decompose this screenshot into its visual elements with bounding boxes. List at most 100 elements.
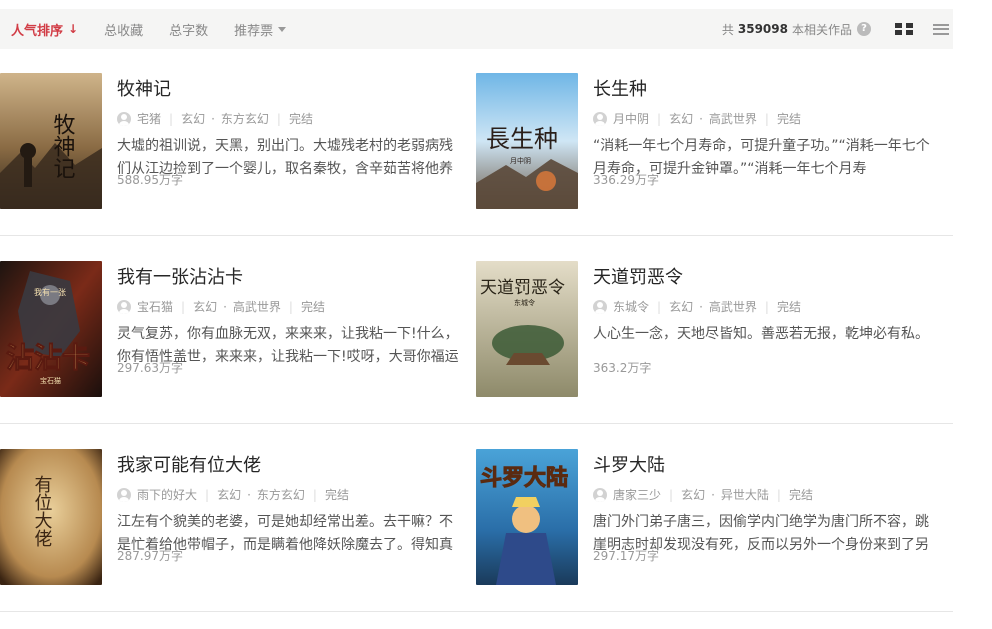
meta-separator: | [657,299,662,314]
book-info: 我家可能有位大佬 雨下的好大 | 玄幻 · 东方玄幻 | 完结 江左有个貌美的老… [117,454,467,557]
book-card: 我有一张 沾沾卡 宝石猫 我有一张沾沾卡 宝石猫 | 玄幻 · 高武世界 | 完… [0,237,470,424]
cover-title-text: 有位大佬 [32,475,53,547]
meta-separator: | [764,299,769,314]
category-link[interactable]: 玄幻 [669,110,693,127]
sort-tab-popularity[interactable]: 人气排序 ↓ [11,20,78,39]
cover-title-text: 天道罚恶令 [480,278,565,298]
avatar-icon [593,487,607,502]
category-link[interactable]: 玄幻 [681,486,705,503]
meta-dot: · [699,299,703,314]
subcategory-link[interactable]: 东方玄幻 [221,110,269,127]
book-meta: 东城令 | 玄幻 · 高武世界 | 完结 [593,298,943,315]
author-link[interactable]: 雨下的好大 [137,486,197,503]
cover-title-text: 牧神记 [50,113,76,179]
author-link[interactable]: 东城令 [613,298,649,315]
subcategory-link[interactable]: 异世大陆 [721,486,769,503]
word-count: 287.97万字 [117,549,183,563]
help-icon[interactable]: ? [857,22,871,36]
caret-down-icon [278,26,287,32]
author-link[interactable]: 月中阴 [613,110,649,127]
meta-separator: | [169,111,174,126]
meta-dot: · [211,111,215,126]
book-status: 完结 [324,488,349,502]
result-count: 359098 [737,22,788,36]
book-meta: 雨下的好大 | 玄幻 · 东方玄幻 | 完结 [117,486,467,503]
cover-author-text: 月中阴 [510,156,531,165]
book-status: 完结 [288,112,313,126]
sort-tab-label: 人气排序 [11,23,64,39]
book-title[interactable]: 我家可能有位大佬 [117,454,467,478]
avatar-icon [117,111,131,126]
cover-title-text: 斗罗大陆 [480,465,568,491]
cover-image: 有位大佬 [0,449,102,585]
meta-separator: | [776,487,781,502]
book-title[interactable]: 斗罗大陆 [593,454,943,478]
meta-dot: · [699,111,703,126]
author-link[interactable]: 唐家三少 [613,486,661,503]
result-summary: 共 359098 本相关作品 ? [722,21,953,38]
subcategory-link[interactable]: 东方玄幻 [257,486,305,503]
category-link[interactable]: 玄幻 [193,298,217,315]
book-info: 天道罚恶令 东城令 | 玄幻 · 高武世界 | 完结 人心生一念，天地尽皆知。善… [593,266,943,369]
book-cover[interactable]: 長生种 月中阴 [476,73,578,209]
word-count: 297.63万字 [117,361,183,375]
book-meta: 月中阴 | 玄幻 · 高武世界 | 完结 [593,110,943,127]
book-cover[interactable]: 有位大佬 [0,449,102,585]
arrow-down-icon: ↓ [68,22,79,36]
book-title[interactable]: 牧神记 [117,78,467,102]
avatar-icon [593,299,607,314]
subcategory-link[interactable]: 高武世界 [709,110,757,127]
sort-tab-collections[interactable]: 总收藏 [104,20,143,39]
cover-image: 天道罚恶令 东城令 [476,261,578,397]
book-info: 牧神记 宅猪 | 玄幻 · 东方玄幻 | 完结 大墟的祖训说，天黑，别出门。大墟… [117,78,467,181]
meta-separator: | [669,487,674,502]
author-link[interactable]: 宝石猫 [137,298,173,315]
sort-tab-label: 推荐票 [234,23,274,39]
meta-dot: · [247,487,251,502]
cover-image: 牧神记 [0,73,102,209]
category-link[interactable]: 玄幻 [669,298,693,315]
category-link[interactable]: 玄幻 [181,110,205,127]
book-cover[interactable]: 斗罗大陆 [476,449,578,585]
meta-dot: · [223,299,227,314]
book-cover[interactable]: 我有一张 沾沾卡 宝石猫 [0,261,102,397]
book-status: 完结 [776,112,801,126]
book-card: 斗罗大陆 斗罗大陆 唐家三少 | 玄幻 · 异世大陆 | 完结 唐门外门弟子唐三… [476,425,946,612]
book-title[interactable]: 长生种 [593,78,943,102]
avatar-icon [593,111,607,126]
book-card: 天道罚恶令 东城令 天道罚恶令 东城令 | 玄幻 · 高武世界 | 完结 人心生… [476,237,946,424]
meta-separator: | [288,299,293,314]
category-link[interactable]: 玄幻 [217,486,241,503]
sort-tab-recommend[interactable]: 推荐票 [234,20,287,39]
meta-separator: | [276,111,281,126]
author-link[interactable]: 宅猪 [137,110,161,127]
result-prefix: 共 [721,22,734,37]
meta-dot: · [711,487,715,502]
word-count: 363.2万字 [593,361,652,375]
book-card: 有位大佬 我家可能有位大佬 雨下的好大 | 玄幻 · 东方玄幻 | 完结 江左有… [0,425,470,612]
word-count: 588.95万字 [117,173,183,187]
book-cover[interactable]: 牧神记 [0,73,102,209]
subcategory-link[interactable]: 高武世界 [233,298,281,315]
book-status: 完结 [788,488,813,502]
book-title[interactable]: 我有一张沾沾卡 [117,266,467,290]
sort-tab-word-count[interactable]: 总字数 [169,20,208,39]
avatar-icon [117,487,131,502]
book-meta: 宅猪 | 玄幻 · 东方玄幻 | 完结 [117,110,467,127]
book-title[interactable]: 天道罚恶令 [593,266,943,290]
cover-author-text: 东城令 [514,298,535,307]
word-count: 336.29万字 [593,173,659,187]
meta-separator: | [205,487,210,502]
grid-view-icon[interactable] [895,23,913,35]
meta-separator: | [764,111,769,126]
cover-author-text: 宝石猫 [40,376,61,385]
list-view-icon[interactable] [933,23,949,35]
cover-title-text: 沾沾卡 [6,341,90,374]
book-meta: 宝石猫 | 玄幻 · 高武世界 | 完结 [117,298,467,315]
result-suffix: 本相关作品 [791,22,852,37]
book-cover[interactable]: 天道罚恶令 东城令 [476,261,578,397]
book-status: 完结 [776,300,801,314]
cover-image: 斗罗大陆 [476,449,578,585]
book-status: 完结 [300,300,325,314]
subcategory-link[interactable]: 高武世界 [709,298,757,315]
